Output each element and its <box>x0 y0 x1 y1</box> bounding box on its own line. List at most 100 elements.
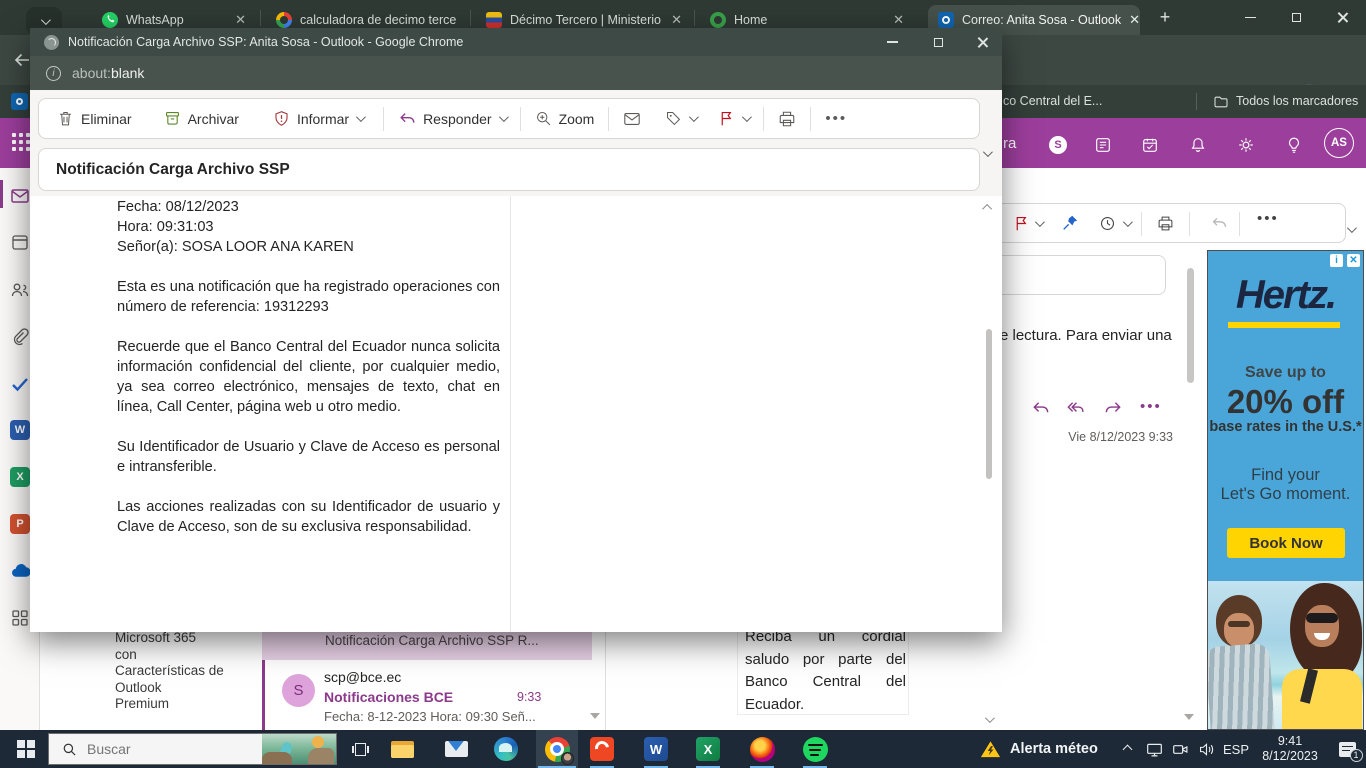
minimize-button[interactable] <box>1228 0 1272 35</box>
outlook-icon <box>938 12 954 28</box>
tab-close-icon[interactable]: ✕ <box>235 12 246 28</box>
outlook-bookmark-icon[interactable] <box>11 93 28 110</box>
snooze-clock-icon[interactable] <box>1099 215 1116 232</box>
pane-scroll-down-icon[interactable] <box>1184 714 1194 720</box>
language-indicator[interactable]: ESP <box>1220 730 1252 768</box>
popup-minimize-button[interactable] <box>870 28 914 56</box>
word-module-icon[interactable]: W <box>10 420 30 440</box>
reply-icon[interactable] <box>1031 399 1050 418</box>
forward-icon[interactable] <box>1104 399 1123 418</box>
attachments-module-icon[interactable] <box>10 327 30 347</box>
new-tab-button[interactable]: + <box>1148 0 1182 35</box>
mail-module-icon[interactable] <box>10 186 30 206</box>
ad-close-icon[interactable]: ✕ <box>1347 254 1360 267</box>
tray-expand-button[interactable] <box>1114 730 1140 768</box>
message-closing-text: Reciba un cordial saludo por parte del B… <box>745 626 906 716</box>
chevron-down-icon[interactable] <box>1123 217 1133 227</box>
taskbar-clock[interactable]: 9:41 8/12/2023 <box>1252 734 1328 764</box>
maximize-button[interactable] <box>1274 0 1318 35</box>
weather-alert-label[interactable]: Alerta méteo <box>1010 741 1098 757</box>
tab-close-icon[interactable]: ✕ <box>464 12 466 28</box>
popup-titlebar[interactable]: Notificación Carga Archivo SSP: Anita So… <box>30 28 1002 56</box>
info-icon[interactable]: i <box>46 66 61 81</box>
chevron-down-icon[interactable] <box>1035 217 1045 227</box>
calendar-module-icon[interactable] <box>10 232 30 252</box>
print-icon[interactable] <box>1157 215 1174 232</box>
excel-button[interactable]: X <box>692 730 724 768</box>
read-unread-icon[interactable] <box>623 110 641 128</box>
flag-icon[interactable] <box>1013 215 1030 232</box>
archive-button[interactable]: Archivar <box>164 110 239 127</box>
notes-icon[interactable] <box>1094 136 1112 154</box>
search-input[interactable] <box>87 741 247 757</box>
print-icon[interactable] <box>778 110 796 128</box>
start-button[interactable] <box>8 730 44 768</box>
pane-scrollbar[interactable] <box>1187 268 1194 383</box>
pin-icon[interactable] <box>1061 214 1079 232</box>
delete-button[interactable]: Eliminar <box>57 110 132 127</box>
chrome-button-active[interactable] <box>536 730 578 768</box>
foxit-pdf-button[interactable] <box>586 730 618 768</box>
bookmark-item[interactable]: co Central del E... <box>1003 94 1102 108</box>
skype-icon[interactable]: S <box>1049 136 1067 154</box>
tasks-calendar-icon[interactable] <box>1141 136 1159 154</box>
tab-label: WhatsApp <box>126 13 184 27</box>
action-center-button[interactable]: 1 <box>1330 730 1364 768</box>
chevron-down-icon <box>40 15 50 25</box>
spotify-button[interactable] <box>799 730 831 768</box>
more-reply-actions-icon[interactable]: ••• <box>1140 398 1162 415</box>
firefox-button[interactable] <box>746 730 778 768</box>
ad-banner[interactable]: i ✕ Hertz. Save up to 20% off base rates… <box>1207 250 1364 730</box>
task-view-button[interactable] <box>344 730 376 768</box>
google-icon <box>276 12 292 28</box>
meet-now-camera-icon[interactable] <box>1166 730 1194 768</box>
search-highlight-image[interactable] <box>262 734 336 764</box>
report-button[interactable]: Informar <box>273 110 363 127</box>
more-commands-icon[interactable]: ••• <box>825 110 847 127</box>
volume-icon[interactable] <box>1192 730 1220 768</box>
reply-all-icon[interactable] <box>1066 399 1085 418</box>
scroll-up-icon[interactable] <box>982 204 992 214</box>
zoom-button[interactable]: Zoom <box>535 110 595 127</box>
app-launcher-icon[interactable] <box>12 133 30 151</box>
mail-app-button[interactable] <box>440 730 472 768</box>
more-actions-icon[interactable]: ••• <box>1257 210 1279 227</box>
popup-address-bar[interactable]: i about:blank <box>30 56 1002 90</box>
close-button[interactable] <box>1320 0 1364 35</box>
popup-close-button[interactable] <box>962 28 1002 56</box>
collapse-toolbar-icon[interactable] <box>1347 223 1357 233</box>
lightbulb-icon[interactable] <box>1285 136 1303 154</box>
onedrive-module-icon[interactable] <box>10 561 31 582</box>
word-button[interactable]: W <box>640 730 672 768</box>
list-scroll-down-icon[interactable] <box>590 713 600 719</box>
zoom-in-icon <box>535 110 552 127</box>
gear-icon[interactable] <box>1237 136 1255 154</box>
powerpoint-module-icon[interactable]: P <box>10 514 30 534</box>
flag-button[interactable] <box>718 110 749 127</box>
ad-info-icon[interactable]: i <box>1330 254 1343 267</box>
more-apps-icon[interactable] <box>10 608 30 628</box>
message-row[interactable]: S scp@bce.ec Notificaciones BCE 9:33 Fec… <box>262 660 605 730</box>
popup-scrollbar[interactable] <box>986 329 992 479</box>
reply-button[interactable]: Responder <box>398 110 506 128</box>
all-bookmarks-button[interactable]: Todos los marcadores <box>1236 94 1358 108</box>
undo-icon[interactable] <box>1211 215 1228 232</box>
todo-module-icon[interactable] <box>10 374 30 394</box>
taskbar-search[interactable] <box>48 733 337 765</box>
weather-alert-button[interactable] <box>974 730 1006 768</box>
tab-close-icon[interactable]: ✕ <box>671 12 682 28</box>
categorize-button[interactable] <box>665 110 696 127</box>
file-explorer-button[interactable] <box>386 730 418 768</box>
bell-icon[interactable] <box>1189 136 1207 154</box>
excel-module-icon[interactable]: X <box>10 467 30 487</box>
edge-button[interactable] <box>490 730 522 768</box>
back-icon[interactable] <box>12 50 32 70</box>
popup-maximize-button[interactable] <box>916 28 960 56</box>
tab-close-icon[interactable]: ✕ <box>1129 12 1140 28</box>
network-icon[interactable] <box>1140 730 1168 768</box>
tab-close-icon[interactable]: ✕ <box>893 12 904 28</box>
account-avatar[interactable]: AS <box>1324 128 1354 158</box>
folder-pane-promo: Microsoft 365 con Características de Out… <box>115 630 265 713</box>
people-module-icon[interactable] <box>10 280 30 300</box>
book-now-button[interactable]: Book Now <box>1227 528 1345 558</box>
